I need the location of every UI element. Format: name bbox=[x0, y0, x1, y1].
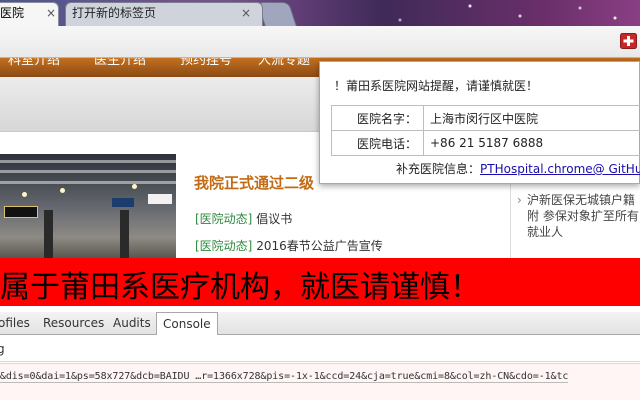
extension-popup: ！莆田系医院网站提醒，请谨慎就医！ 医院名字： 上海市闵行区中医院 医院电话： … bbox=[319, 61, 640, 184]
github-link[interactable]: PTHospital.chrome@ GitHub bbox=[480, 162, 640, 176]
news-tag: [医院动态] bbox=[195, 212, 253, 226]
popup-footer: 补充医院信息：PTHospital.chrome@ GitHub bbox=[396, 160, 640, 177]
hospital-name-value: 上海市闵行区中医院 bbox=[423, 105, 640, 131]
popup-title: ！莆田系医院网站提醒，请谨慎就医！ bbox=[334, 79, 539, 93]
tab-audits[interactable]: Audits bbox=[113, 312, 151, 335]
nav-item[interactable]: 医生介绍 bbox=[94, 58, 146, 68]
nav-item[interactable]: 科室介绍 bbox=[8, 58, 60, 68]
news-title: 2016春节公益广告宣传 bbox=[256, 239, 383, 253]
console-filter-text: g bbox=[0, 342, 5, 356]
devtools-panel: ofiles Resources Audits Console g 0&dis=… bbox=[0, 306, 640, 400]
tab-resources[interactable]: Resources bbox=[43, 312, 104, 335]
news-photo[interactable] bbox=[0, 154, 176, 258]
side-news: › 沪新医保无城镇户籍附 参保对象扩至所有就业人 bbox=[510, 184, 640, 258]
field-label: 医院名字： bbox=[331, 105, 424, 131]
hospital-info-table: 医院名字： 上海市闵行区中医院 医院电话： +86 21 5187 6888 bbox=[331, 105, 640, 156]
hospital-phone-value: +86 21 5187 6888 bbox=[423, 130, 640, 156]
warning-text: 属于莆田系医疗机构，就医请谨慎！ bbox=[0, 270, 480, 305]
tab-strip: 医院 × 打开新的标签页 × bbox=[0, 0, 640, 26]
new-tab-button[interactable] bbox=[258, 3, 296, 26]
field-label: 医院电话： bbox=[331, 130, 424, 156]
news-title: 倡议书 bbox=[256, 212, 293, 226]
tab-console[interactable]: Console bbox=[156, 312, 218, 335]
devtools-tabbar: ofiles Resources Audits Console bbox=[0, 312, 640, 335]
close-icon[interactable]: × bbox=[46, 3, 56, 24]
console-filter[interactable]: g bbox=[0, 336, 640, 362]
footer-label: 补充医院信息： bbox=[396, 162, 481, 176]
news-headline[interactable]: 我院正式通过二级 bbox=[194, 172, 314, 193]
side-news-text: 沪新医保无城镇户籍附 参保对象扩至所有就业人 bbox=[527, 193, 639, 239]
tab-new-tab[interactable]: 打开新的标签页 × bbox=[66, 3, 262, 26]
console-log: 0&dis=0&dai=1&ps=58x727&dcb=BAIDU …r=136… bbox=[0, 363, 640, 400]
news-item[interactable]: [医院动态] 倡议书 bbox=[195, 210, 292, 227]
tab-hospital[interactable]: 医院 × bbox=[0, 3, 58, 26]
tab-label: 打开新的标签页 bbox=[72, 6, 157, 20]
tab-label: 医院 bbox=[0, 6, 25, 20]
console-log-line[interactable]: 0&dis=0&dai=1&ps=58x727&dcb=BAIDU …r=136… bbox=[0, 371, 569, 383]
hospital-warning-icon[interactable] bbox=[620, 33, 637, 49]
table-row: 医院电话： +86 21 5187 6888 bbox=[331, 130, 640, 156]
putian-warning-bar: 属于莆田系医疗机构，就医请谨慎！ bbox=[0, 258, 640, 306]
news-item[interactable]: [医院动态] 2016春节公益广告宣传 bbox=[195, 237, 383, 254]
chevron-right-icon: › bbox=[517, 193, 522, 207]
side-news-item[interactable]: › 沪新医保无城镇户籍附 参保对象扩至所有就业人 bbox=[517, 192, 640, 240]
browser-toolbar bbox=[0, 26, 640, 58]
nav-item[interactable]: 人流专题 bbox=[258, 58, 310, 68]
table-row: 医院名字： 上海市闵行区中医院 bbox=[331, 105, 640, 131]
nav-item[interactable]: 预约挂号 bbox=[180, 58, 232, 68]
close-icon[interactable]: × bbox=[241, 3, 251, 24]
tab-profiles[interactable]: ofiles bbox=[0, 312, 30, 335]
news-tag: [医院动态] bbox=[195, 239, 253, 253]
